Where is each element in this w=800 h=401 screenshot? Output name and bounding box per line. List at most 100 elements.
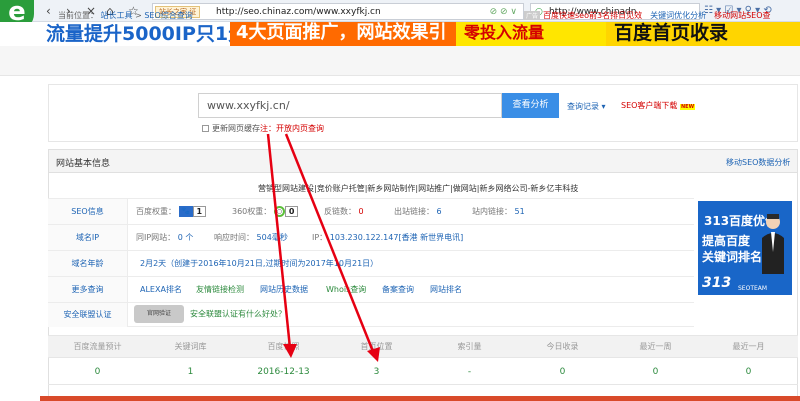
backlinks-value[interactable]: 0 bbox=[359, 207, 364, 216]
same-ip-label: 同IP网站： bbox=[136, 233, 176, 242]
security-seal-icon: 官网验证 bbox=[134, 305, 184, 323]
cache-checkbox[interactable] bbox=[202, 125, 209, 132]
bottom-ad-strip bbox=[40, 396, 800, 401]
breadcrumb-current[interactable]: SEO综合查询 bbox=[144, 11, 192, 20]
ip-address: IP： 103.230.122.147[香港 新世界电讯] bbox=[312, 232, 463, 243]
security-shield-icon[interactable]: ⊘ ⊘ ∨ bbox=[490, 5, 517, 19]
backlinks-label: 反链数： bbox=[324, 207, 356, 216]
response-time-label: 响应时间： bbox=[214, 233, 254, 242]
outlinks: 出站链接： 6 bbox=[394, 206, 442, 217]
ad-tag: 广告 bbox=[524, 11, 541, 20]
ip-label: IP： bbox=[312, 233, 328, 242]
more-link-friendlinks[interactable]: 友情链接检测 bbox=[196, 284, 244, 295]
breadcrumb-prefix: 当前位置： bbox=[58, 11, 98, 20]
cache-note: 注：开放内页查询 bbox=[260, 124, 324, 133]
stats-header-keywords: 关键词库 bbox=[174, 342, 207, 351]
mobile-seo-link[interactable]: 移动SEO数据分析 bbox=[726, 157, 790, 168]
analyze-button[interactable]: 查看分析 bbox=[502, 93, 559, 118]
more-link-alexa[interactable]: ALEXA排名 bbox=[140, 284, 182, 295]
back-arrow-icon[interactable]: ‹ bbox=[46, 3, 51, 19]
stats-value-snapshot[interactable]: 2016-12-13 bbox=[237, 367, 330, 377]
side-ad-team: SEOTEAM bbox=[738, 285, 768, 292]
stats-value-week[interactable]: 0 bbox=[609, 367, 702, 377]
promo-links: 广告 百度快速seo前3名排日见效 关键词优化分析 移动网站SEO查 bbox=[524, 10, 771, 21]
breadcrumb: 当前位置： 站长工具 > SEO综合查询 bbox=[58, 10, 193, 21]
client-download-link[interactable]: SEO客户端下载 NEW bbox=[621, 100, 696, 111]
outlinks-label: 出站链接： bbox=[394, 207, 434, 216]
more-link-icp[interactable]: 备案查询 bbox=[382, 284, 414, 295]
new-badge: NEW bbox=[679, 104, 696, 110]
baidu-paw-icon: 🐾 bbox=[178, 206, 193, 217]
site-info-header bbox=[48, 149, 798, 173]
security-cert: 官网验证 安全联盟认证有什么好处？ bbox=[134, 305, 286, 323]
security-cert-link[interactable]: 安全联盟认证有什么好处？ bbox=[190, 310, 286, 319]
baidu-weight-label: 百度权重： bbox=[136, 207, 176, 216]
breadcrumb-separator: > bbox=[135, 11, 142, 20]
breadcrumb-bar bbox=[0, 46, 800, 76]
stats-header-today: 今日收录 bbox=[546, 342, 579, 351]
stats-header-traffic: 百度流量预计 bbox=[73, 342, 122, 351]
cache-checkbox-label[interactable]: 更新网页缓存 bbox=[212, 124, 260, 133]
side-ad-line2[interactable]: 提高百度 bbox=[702, 232, 750, 249]
banner-ad-4[interactable]: 百度首页收录 bbox=[606, 22, 800, 46]
stats-value-index[interactable]: - bbox=[423, 367, 516, 377]
domain-search-input[interactable] bbox=[198, 93, 502, 118]
more-link-whois[interactable]: Whois查询 bbox=[326, 284, 366, 295]
response-time: 响应时间： 504毫秒 bbox=[214, 232, 288, 243]
inlinks-label: 站内链接： bbox=[472, 207, 512, 216]
domain-ip-label: 域名IP bbox=[48, 225, 128, 251]
same-ip-sites: 同IP网站： 0 个 bbox=[136, 232, 193, 243]
backlinks: 反链数： 0 bbox=[324, 206, 364, 217]
inlinks-value[interactable]: 51 bbox=[515, 207, 525, 216]
weight-360-label: 360权重： bbox=[232, 207, 272, 216]
ip-value[interactable]: 103.230.122.147[香港 新世界电讯] bbox=[330, 233, 464, 242]
baidu-weight: 百度权重： 🐾 1 bbox=[136, 206, 207, 217]
stats-header-snapshot: 百度快照 bbox=[267, 342, 300, 351]
more-link-history[interactable]: 网站历史数据 bbox=[260, 284, 308, 295]
weight-360: 360权重： ○ 0 bbox=[232, 206, 299, 217]
query-history-dropdown[interactable]: 查询记录 ▾ bbox=[567, 101, 606, 112]
more-queries-label: 更多查询 bbox=[48, 277, 128, 303]
domain-age: 2月2天（创建于2016年10月21日,过期时间为2017年10月21日） bbox=[140, 258, 378, 269]
stats-header-index: 索引量 bbox=[457, 342, 482, 351]
response-time-value: 504毫秒 bbox=[256, 233, 288, 242]
site-info-title: 网站基本信息 bbox=[56, 159, 111, 169]
site-title-text: 营销型网站建设|竞价账户托管|新乡网站制作|网站推广|做网站|新乡网络公司-新乡… bbox=[258, 184, 579, 193]
chevron-down-icon: ▾ bbox=[601, 102, 606, 111]
baidu-weight-value[interactable]: 1 bbox=[192, 206, 207, 217]
stats-header-month: 最近一月 bbox=[732, 342, 765, 351]
inlinks: 站内链接： 51 bbox=[472, 206, 525, 217]
stats-value-keywords[interactable]: 1 bbox=[144, 367, 237, 377]
stats-value-traffic[interactable]: 0 bbox=[51, 367, 144, 377]
promo-keyword-link[interactable]: 关键词优化分析 bbox=[650, 11, 706, 20]
outlinks-value[interactable]: 6 bbox=[437, 207, 442, 216]
client-download-label[interactable]: SEO客户端下载 bbox=[621, 101, 677, 110]
stats-header-home-position: 首页位置 bbox=[360, 342, 393, 351]
more-link-rank[interactable]: 网站排名 bbox=[430, 284, 462, 295]
breadcrumb-home-link[interactable]: 站长工具 bbox=[101, 11, 133, 20]
domain-age-value: 2月2天（创建于2016年10月21日,过期时间为2017年10月21日） bbox=[140, 259, 379, 268]
stats-header-week: 最近一周 bbox=[639, 342, 672, 351]
stats-value-today[interactable]: 0 bbox=[516, 367, 609, 377]
cache-option: 更新网页缓存注：开放内页查询 bbox=[202, 123, 324, 134]
ad-banner[interactable]: 流量提升5000IP只1元 4大页面推广，网站效果引 零投入流量 百度首页收录 bbox=[0, 22, 800, 46]
same-ip-value[interactable]: 0 个 bbox=[178, 233, 194, 242]
weight-360-value[interactable]: 0 bbox=[284, 206, 299, 217]
banner-ad-3[interactable]: 零投入流量 bbox=[456, 22, 606, 46]
security-label: 安全联盟认证 bbox=[48, 303, 128, 327]
address-bar[interactable]: 站长之家 证 http://seo.chinaz.com/www.xxyfkj.… bbox=[152, 3, 524, 20]
seo-info-label: SEO信息 bbox=[48, 199, 128, 225]
side-ad-logo: 313 bbox=[702, 275, 732, 291]
stats-value-home-position[interactable]: 3 bbox=[330, 367, 423, 377]
person-icon bbox=[762, 214, 784, 274]
stats-value-month[interactable]: 0 bbox=[702, 367, 795, 377]
address-url[interactable]: http://seo.chinaz.com/www.xxyfkj.cn bbox=[216, 5, 381, 19]
banner-ad-2[interactable]: 4大页面推广，网站效果引 bbox=[230, 22, 456, 46]
promo-mobile-link[interactable]: 移动网站SEO查 bbox=[714, 11, 770, 20]
gauge-360-icon: ○ bbox=[273, 206, 285, 217]
banner-ad-1[interactable]: 流量提升5000IP只1元 bbox=[46, 24, 247, 44]
domain-age-label: 域名年龄 bbox=[48, 251, 128, 277]
promo-seo-link[interactable]: 百度快速seo前3名排日见效 bbox=[543, 11, 642, 20]
side-ad-line3[interactable]: 关键词排名 bbox=[702, 248, 762, 265]
query-history-label[interactable]: 查询记录 bbox=[567, 102, 599, 111]
